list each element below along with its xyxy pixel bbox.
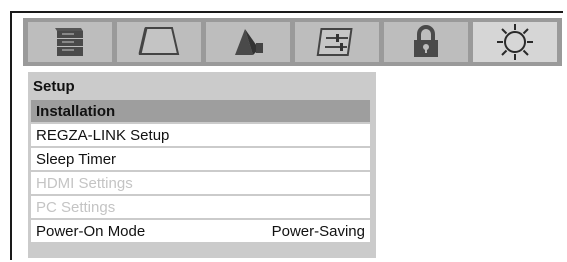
menu-item-label: REGZA-LINK Setup — [36, 126, 170, 144]
menu-title: Setup — [33, 78, 75, 95]
tab-screen[interactable] — [117, 22, 201, 62]
menu-item-label: HDMI Settings — [36, 174, 133, 192]
menu-item-power-on-mode[interactable]: Power-On Mode Power-Saving — [31, 220, 370, 242]
tab-picture[interactable] — [28, 22, 112, 62]
preferences-sliders-icon — [316, 28, 353, 56]
tab-lock[interactable] — [384, 22, 468, 62]
menu-icon-bar — [23, 18, 562, 66]
tab-setup[interactable] — [473, 22, 557, 62]
menu-item-pc-settings: PC Settings — [31, 196, 370, 218]
picture-settings-icon — [55, 28, 83, 56]
tab-preferences[interactable] — [295, 22, 379, 62]
menu-item-installation[interactable]: Installation — [31, 100, 370, 122]
menu-item-sleep-timer[interactable]: Sleep Timer — [31, 148, 370, 170]
menu-item-regza-link-setup[interactable]: REGZA-LINK Setup — [31, 124, 370, 146]
menu-item-label: PC Settings — [36, 198, 116, 216]
menu-item-label: Sleep Timer — [36, 150, 117, 168]
menu-item-label: Power-On Mode — [36, 222, 146, 240]
setup-menu-list: Installation REGZA-LINK Setup Sleep Time… — [31, 100, 370, 244]
menu-item-hdmi-settings: HDMI Settings — [31, 172, 370, 194]
audio-speaker-icon — [235, 29, 263, 55]
lock-icon — [414, 25, 438, 57]
screen-icon — [138, 27, 180, 55]
menu-item-label: Installation — [36, 102, 116, 120]
setup-menu-panel: Setup Installation REGZA-LINK Setup Slee… — [28, 72, 376, 258]
tab-audio[interactable] — [206, 22, 290, 62]
menu-item-value: Power-Saving — [271, 222, 365, 240]
gear-icon — [497, 24, 533, 60]
